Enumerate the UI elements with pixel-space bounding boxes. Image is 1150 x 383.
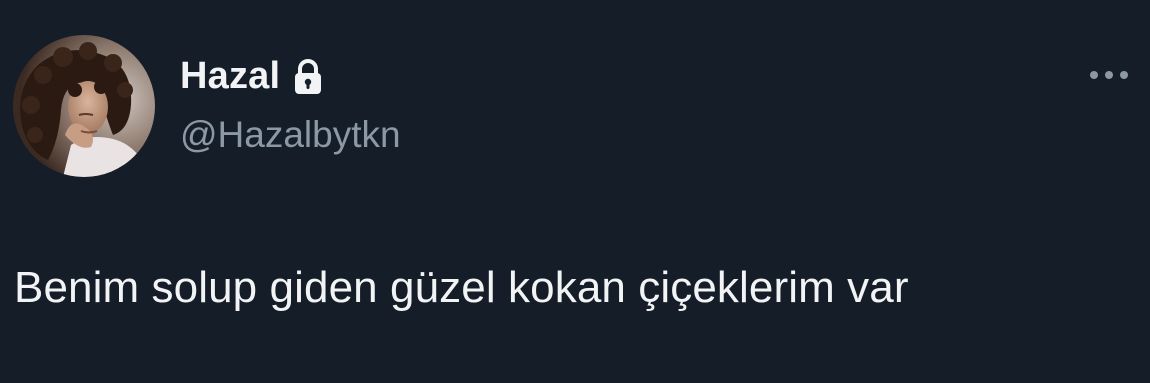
display-name[interactable]: Hazal: [180, 55, 280, 98]
avatar-photo: [13, 35, 155, 177]
lock-icon: [292, 58, 324, 96]
tweet-text: Benim solup giden güzel kokan çiçeklerim…: [14, 263, 909, 312]
more-horizontal-icon[interactable]: [1086, 60, 1132, 90]
avatar[interactable]: [13, 35, 155, 177]
user-handle[interactable]: @Hazalbytkn: [180, 114, 401, 156]
name-row: Hazal: [180, 52, 401, 100]
user-info: Hazal @Hazalbytkn: [180, 52, 401, 156]
tweet-card: Hazal @Hazalbytkn Benim solup giden güze…: [0, 0, 1150, 383]
